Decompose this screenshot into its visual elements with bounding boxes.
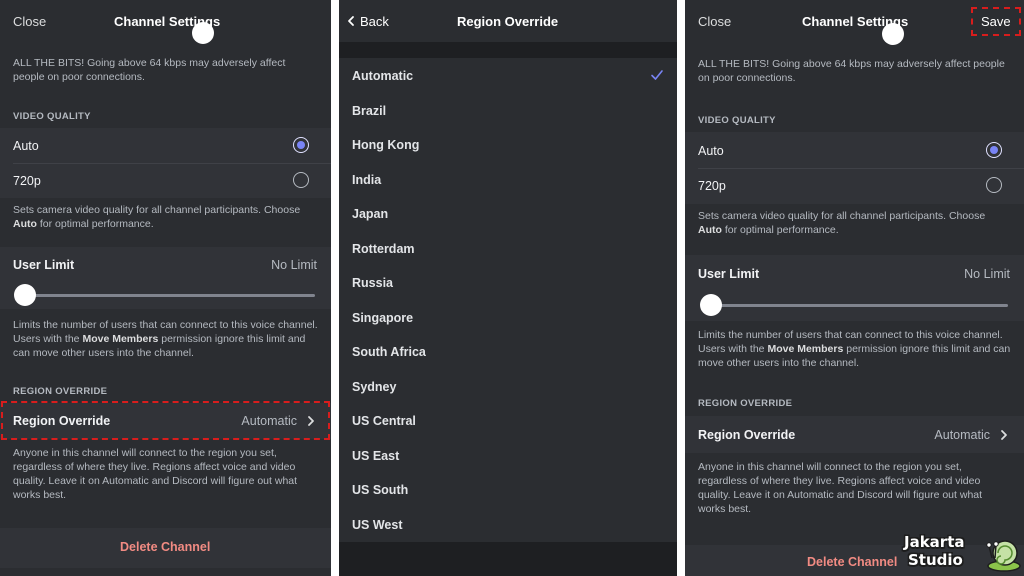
region-option[interactable]: Brazil — [339, 92, 677, 127]
radio-unselected-icon[interactable] — [293, 172, 309, 188]
video-quality-options: Auto 720p — [0, 128, 331, 198]
option-label: Auto — [13, 139, 39, 153]
delete-channel-row[interactable]: Delete Channel — [0, 528, 331, 568]
chevron-left-icon — [348, 16, 354, 26]
chevron-right-icon — [1001, 430, 1007, 440]
bitrate-description: ALL THE BITS! Going above 64 kbps may ad… — [698, 58, 1005, 84]
region-override-value: Automatic — [934, 428, 990, 442]
option-label: 720p — [13, 174, 41, 188]
region-option[interactable]: Hong Kong — [339, 127, 677, 162]
region-override-screen: Back Region Override Automatic Brazil Hong… — [339, 0, 677, 576]
page-title: Region Override — [457, 14, 559, 29]
region-override-description: Anyone in this channel will connect to t… — [698, 461, 983, 515]
region-option[interactable]: Automatic — [339, 58, 677, 93]
video-quality-option-auto[interactable]: Auto — [0, 128, 331, 163]
region-option-label: US Central — [352, 414, 416, 428]
delete-channel-button[interactable]: Delete Channel — [120, 540, 210, 554]
bitrate-description: ALL THE BITS! Going above 64 kbps may ad… — [13, 57, 286, 83]
video-quality-options: Auto 720p — [685, 132, 1024, 204]
watermark-line1: Jakarta — [904, 533, 965, 551]
region-override-section-title: REGION OVERRIDE — [698, 398, 793, 409]
user-limit-slider-track[interactable] — [24, 294, 315, 297]
video-quality-description: Sets camera video quality for all channe… — [13, 204, 301, 230]
video-quality-option-720p[interactable]: 720p — [0, 163, 331, 198]
region-option[interactable]: Sydney — [339, 368, 677, 403]
region-option[interactable]: South Africa — [339, 334, 677, 369]
video-quality-section-title: VIDEO QUALITY — [13, 111, 91, 122]
user-limit-slider-knob[interactable] — [14, 284, 36, 306]
region-option-label: Rotterdam — [352, 241, 415, 256]
highlight-box — [1, 401, 330, 440]
user-limit-slider-knob[interactable] — [700, 294, 722, 316]
user-limit-row: User Limit No Limit — [0, 247, 331, 309]
user-limit-value: No Limit — [964, 267, 1010, 281]
region-option[interactable]: US South — [339, 472, 677, 507]
video-quality-option-auto[interactable]: Auto — [685, 132, 1024, 168]
region-option[interactable]: Singapore — [339, 299, 677, 334]
option-label: 720p — [698, 179, 726, 193]
region-option[interactable]: US East — [339, 437, 677, 472]
region-option[interactable]: Russia — [339, 265, 677, 300]
user-limit-row: User Limit No Limit — [685, 255, 1024, 321]
channel-settings-screen-left: Close Channel Settings ALL THE BITS! Goi… — [0, 0, 331, 576]
region-option-label: Hong Kong — [352, 138, 420, 152]
video-quality-section-title: VIDEO QUALITY — [698, 115, 776, 126]
user-limit-label: User Limit — [698, 267, 760, 281]
region-option-label: South Africa — [352, 345, 426, 359]
region-override-description: Anyone in this channel will connect to t… — [13, 447, 298, 501]
region-option-label: Japan — [352, 207, 389, 221]
delete-channel-button[interactable]: Delete Channel — [807, 555, 897, 569]
user-limit-label: User Limit — [13, 258, 75, 272]
radio-selected-icon[interactable] — [986, 142, 1002, 158]
region-option-label: Brazil — [352, 103, 387, 118]
user-limit-description: Limits the number of users that can conn… — [13, 319, 318, 359]
region-option[interactable]: Rotterdam — [339, 230, 677, 265]
user-limit-description: Limits the number of users that can conn… — [698, 329, 1011, 369]
bitrate-slider-knob[interactable] — [192, 22, 214, 44]
region-option[interactable]: Japan — [339, 196, 677, 231]
header-bar: Back Region Override — [339, 0, 677, 42]
close-button[interactable]: Close — [698, 14, 731, 29]
video-quality-option-720p[interactable]: 720p — [685, 168, 1024, 204]
region-override-row[interactable]: Region Override Automatic — [685, 416, 1024, 453]
bitrate-slider-knob[interactable] — [882, 23, 904, 45]
region-override-section-title: REGION OVERRIDE — [13, 386, 108, 397]
back-label: Back — [360, 14, 389, 29]
option-label: Auto — [698, 144, 724, 158]
radio-selected-icon[interactable] — [293, 137, 309, 153]
region-option-label: Sydney — [352, 379, 397, 394]
back-button[interactable]: Back — [345, 12, 405, 32]
video-quality-description: Sets camera video quality for all channe… — [698, 210, 986, 236]
radio-unselected-icon[interactable] — [986, 177, 1002, 193]
snail-mascot-icon — [986, 540, 1021, 572]
channel-settings-screen-right: Close Channel Settings Save ALL THE BITS… — [685, 0, 1024, 576]
region-list: Automatic Brazil Hong Kong India Japan Rotter… — [339, 58, 677, 542]
region-option-label: US West — [352, 517, 403, 532]
region-option-label: Russia — [352, 276, 393, 290]
region-override-label: Region Override — [698, 428, 796, 442]
checkmark-icon — [651, 70, 663, 80]
user-limit-value: No Limit — [271, 258, 317, 272]
user-limit-slider-track[interactable] — [709, 304, 1008, 307]
highlight-box — [971, 7, 1021, 36]
region-option[interactable]: India — [339, 161, 677, 196]
header-bar: Close Channel Settings — [0, 0, 331, 44]
region-option-label: US South — [352, 483, 409, 497]
region-option[interactable]: US Central — [339, 403, 677, 438]
region-option-label: India — [352, 172, 382, 187]
watermark-line2: Studio — [908, 551, 963, 569]
region-option[interactable]: US West — [339, 506, 677, 541]
close-button[interactable]: Close — [13, 14, 46, 29]
region-option-label: US East — [352, 448, 400, 463]
region-option-label: Singapore — [352, 310, 414, 325]
region-option-label: Automatic — [352, 69, 414, 83]
watermark-logo: Jakarta Studio — [902, 530, 1024, 576]
